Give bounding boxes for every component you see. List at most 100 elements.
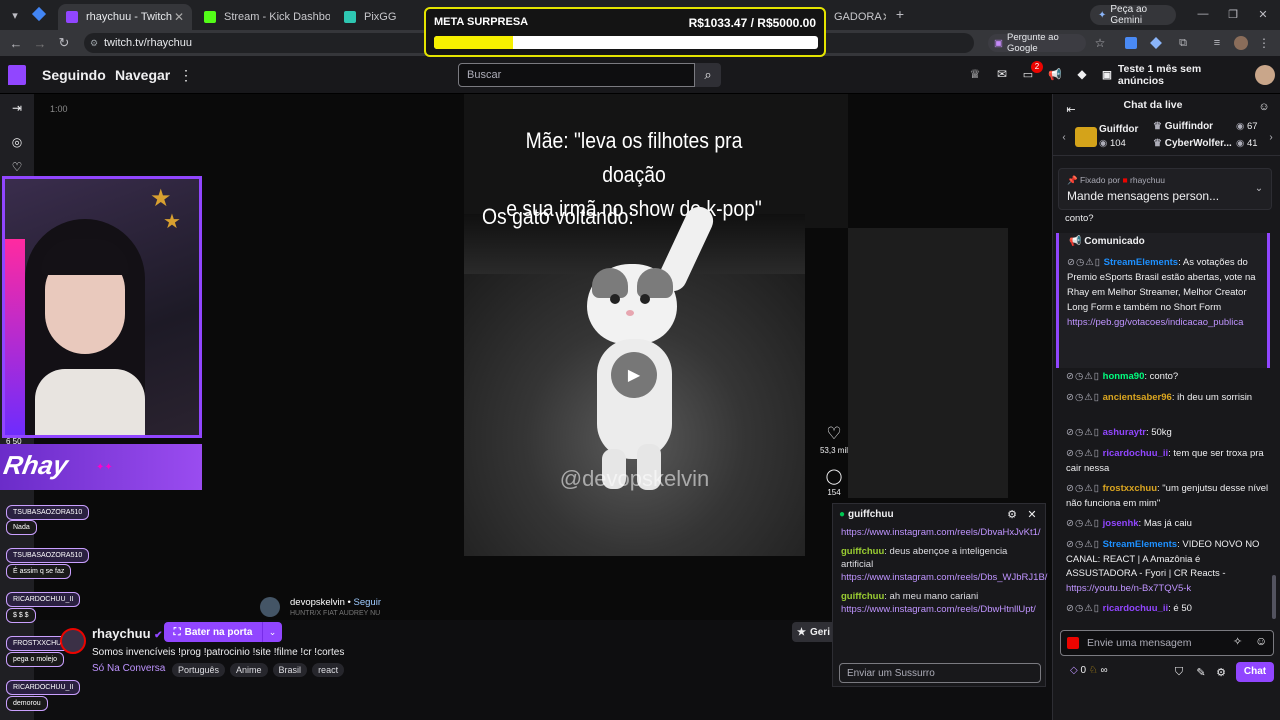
announcement-link[interactable]: https://peb.gg/votacoes/indicacao_public… — [1067, 317, 1243, 328]
user-avatar[interactable] — [1255, 65, 1275, 85]
prime-trial-button[interactable]: ▣ Teste 1 mês sem anúncios — [1102, 63, 1242, 87]
announcement-user[interactable]: StreamElements — [1104, 257, 1178, 268]
chat-username[interactable]: frostxxchuu — [1103, 483, 1157, 494]
bits-icon[interactable]: ◆ — [1075, 67, 1089, 81]
follow-link[interactable]: Seguir — [354, 597, 381, 608]
channel-points[interactable]: ◇ 0 ♘ ∞ — [1070, 665, 1108, 676]
chat-username[interactable]: ancientsaber96 — [1103, 392, 1172, 403]
goal-progress-fill — [434, 36, 514, 49]
chevron-left-icon[interactable]: ‹ — [1059, 130, 1069, 144]
author-name[interactable]: devopskelvin — [290, 597, 345, 608]
site-info-icon[interactable]: ⚙ — [90, 38, 98, 49]
chat-badges-icon: ⊘◷⚠▯ — [1066, 603, 1100, 614]
chat-link[interactable]: https://youtu.be/n-Bx7TQV5-k — [1066, 583, 1191, 594]
new-tab-icon[interactable]: + — [893, 6, 907, 22]
gemini-button[interactable]: ✦ Peça ao Gemini — [1090, 4, 1176, 26]
close-window-icon[interactable]: ✕ — [1256, 6, 1270, 22]
tab-kick[interactable]: Stream - Kick Dashboard ✕ — [196, 4, 330, 30]
chat-send-button[interactable]: Chat — [1236, 662, 1274, 682]
close-icon[interactable]: ✕ — [174, 10, 184, 24]
knock-door-button[interactable]: ⛶ Bater na porta — [164, 622, 262, 642]
chat-username[interactable]: ashuraytr — [1103, 427, 1146, 438]
close-icon[interactable]: ✕ — [882, 10, 886, 24]
profile-avatar[interactable] — [1234, 36, 1248, 50]
chat-username[interactable]: honma90 — [1103, 371, 1145, 382]
expand-rail-icon[interactable]: ⇥ — [10, 101, 24, 115]
shield-icon[interactable]: ⛉ — [1173, 665, 1185, 679]
chevron-down-icon[interactable]: ⌄ — [262, 622, 282, 642]
heart-icon[interactable]: ♡ — [10, 160, 24, 174]
gift-button[interactable]: ★ Geri — [792, 622, 836, 642]
whisper-msg-user[interactable]: guiffchuu — [841, 591, 884, 602]
tag[interactable]: Brasil — [272, 663, 308, 677]
maximize-icon[interactable]: ❐ — [1226, 6, 1240, 22]
whisper-msg-user[interactable]: guiffchuu — [841, 546, 884, 557]
reload-icon[interactable]: ↻ — [56, 35, 72, 51]
collapse-chat-icon[interactable]: ⇤ — [1064, 102, 1078, 116]
gear-icon[interactable]: ⚙ — [1005, 507, 1019, 521]
bookmark-star-icon[interactable]: ☆ — [1093, 36, 1107, 50]
extension-download-icon[interactable] — [1125, 37, 1137, 49]
pinned-message[interactable]: 📌 Fixado por ■ rhaychuu Mande mensagens … — [1058, 168, 1272, 210]
whisper-link[interactable]: https://www.instagram.com/reels/DbwHtnll… — [841, 604, 1036, 615]
gifter-row[interactable]: ♛ Guiffindor — [1153, 121, 1213, 132]
prime-icon: ▣ — [1102, 69, 1112, 81]
chat-input[interactable]: Envie uma mensagem ✧ ☺ — [1060, 630, 1274, 656]
forward-icon[interactable]: → — [32, 35, 48, 51]
bits-cheer-icon[interactable]: ✧ — [1233, 635, 1242, 648]
whisper-username[interactable]: guiffchuu — [848, 509, 894, 520]
chat-username[interactable]: josenhk — [1103, 518, 1139, 529]
tag[interactable]: Anime — [230, 663, 268, 677]
gifter-name[interactable]: Guiffdor — [1099, 124, 1138, 135]
pixgg-favicon — [344, 11, 356, 23]
search-input[interactable]: Buscar — [458, 63, 695, 87]
twitch-logo-icon[interactable] — [8, 65, 26, 85]
more-dots-icon[interactable]: ⋮ — [179, 66, 193, 84]
tab-search-icon[interactable]: ▾ — [8, 8, 22, 22]
tab-other[interactable]: GADORA ✕ — [826, 4, 886, 30]
play-icon[interactable]: ▶ — [611, 352, 657, 398]
chat-username[interactable]: StreamElements — [1103, 539, 1177, 550]
like-heart-icon[interactable]: ♡ — [824, 424, 844, 444]
crown-icon[interactable]: ♕ — [968, 67, 982, 81]
whisper-input[interactable]: Enviar um Sussurro — [839, 663, 1041, 683]
pen-icon[interactable]: ✎ — [1195, 665, 1207, 679]
users-icon[interactable]: ☺ — [1257, 100, 1271, 114]
nav-browse[interactable]: Navegar — [115, 67, 170, 83]
reel-video[interactable]: Mãe: "leva os filhotes pra doação e sua … — [464, 94, 805, 556]
whisper-link[interactable]: https://www.instagram.com/reels/DbvaHxJv… — [841, 527, 1041, 538]
ask-google-button[interactable]: ▣ Pergunte ao Google — [988, 32, 1086, 54]
gifter-count: ◉ 104 — [1099, 138, 1126, 149]
nav-following[interactable]: Seguindo — [42, 67, 106, 83]
back-icon[interactable]: ← — [8, 35, 24, 51]
media-icon[interactable]: ≡ — [1210, 36, 1224, 50]
author-avatar[interactable] — [260, 597, 280, 617]
extensions-icon[interactable]: ⧉ — [1176, 36, 1190, 50]
emote-picker-icon[interactable]: ☺ — [1255, 634, 1267, 648]
comment-icon[interactable]: ◯ — [824, 466, 844, 486]
menu-dots-icon[interactable]: ⋮ — [1258, 36, 1270, 50]
gifter-row[interactable]: ♛ CyberWolfer... — [1153, 138, 1232, 149]
channel-name[interactable]: rhaychuu — [92, 626, 151, 641]
whisper-link[interactable]: https://www.instagram.com/reels/Dbs_WJbR… — [841, 572, 1047, 583]
recommended-icon[interactable]: ◎ — [10, 135, 24, 149]
chevron-down-icon[interactable]: ⌄ — [1253, 181, 1265, 195]
tab-pixgg[interactable]: PixGG — [336, 4, 422, 30]
chevron-right-icon[interactable]: › — [1266, 130, 1276, 144]
tag[interactable]: Português — [172, 663, 226, 677]
chat-scrollbar[interactable] — [1272, 575, 1276, 619]
chat-username[interactable]: ricardochuu_ii — [1103, 448, 1168, 459]
search-icon[interactable]: ⌕ — [695, 63, 721, 87]
mail-icon[interactable]: ✉ — [995, 67, 1009, 81]
chat-settings-icon[interactable]: ⚙ — [1215, 665, 1227, 679]
channel-avatar[interactable] — [60, 628, 86, 654]
megaphone-icon[interactable]: 📢 — [1048, 67, 1062, 81]
chat-badges-icon: ⊘◷⚠▯ — [1066, 518, 1100, 529]
minimize-icon[interactable]: — — [1196, 6, 1210, 22]
tab-twitch[interactable]: rhaychuu - Twitch ✕ — [58, 4, 192, 30]
tag[interactable]: react — [312, 663, 345, 677]
close-icon[interactable]: ✕ — [1025, 507, 1039, 521]
chat-username[interactable]: ricardochuu_ii — [1103, 603, 1168, 614]
whisper-panel: ● guiffchuu ⚙ ✕ https://www.instagram.co… — [832, 503, 1047, 687]
stream-category[interactable]: Só Na Conversa — [92, 663, 165, 674]
